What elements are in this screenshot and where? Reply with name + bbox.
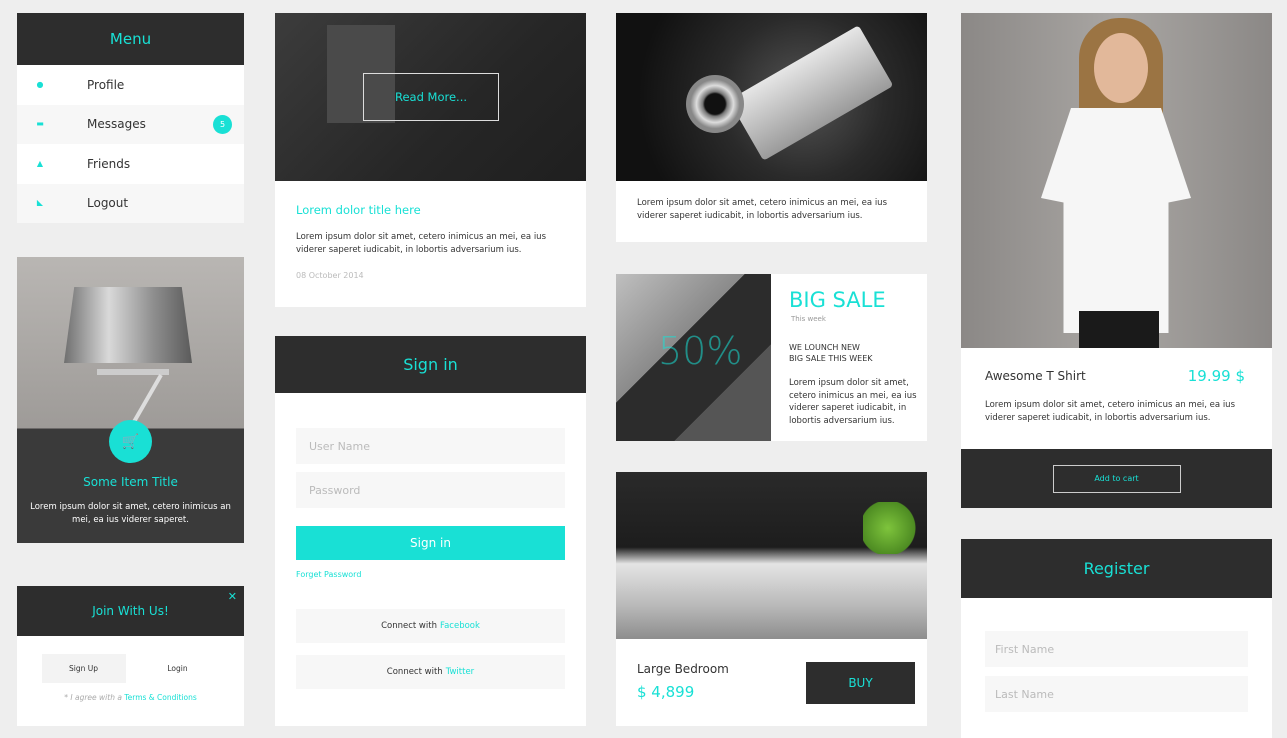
camera-image	[616, 13, 927, 181]
blog-card: Read More... Lorem dolor title here Lore…	[275, 13, 586, 307]
menu-card: Menu ● Profile ▬ Messages 5 ▲ Friends ◣ …	[17, 13, 244, 223]
first-name-input[interactable]: First Name	[985, 631, 1248, 667]
menu-item-label: Profile	[87, 77, 125, 92]
messages-badge: 5	[213, 114, 232, 134]
register-card: Register First Name Last Name	[961, 539, 1272, 738]
login-button[interactable]: Login	[136, 654, 220, 683]
camera-card: Lorem ipsum dolor sit amet, cetero inimi…	[616, 13, 927, 242]
signin-title: Sign in	[275, 336, 586, 393]
facebook-label: Facebook	[439, 621, 480, 631]
logout-icon: ◣	[36, 198, 44, 208]
product-price: 19.99 $	[1187, 367, 1245, 385]
launch-line-2: BIG SALE THIS WEEK	[789, 354, 873, 363]
blog-title[interactable]: Lorem dolor title here	[296, 203, 586, 217]
product-price: $ 4,899	[637, 683, 695, 701]
menu-item-label: Friends	[87, 156, 131, 171]
buy-button[interactable]: BUY	[806, 662, 915, 704]
terms-link[interactable]: Terms & Conditions	[124, 693, 196, 702]
product-name: Large Bedroom	[637, 662, 729, 676]
camera-body-shape	[728, 25, 894, 161]
add-to-cart-button[interactable]: Add to cart	[1052, 464, 1181, 493]
menu-item-friends[interactable]: ▲ Friends	[17, 144, 244, 184]
sale-title: BIG SALE	[789, 288, 886, 312]
close-icon[interactable]: ✕	[228, 590, 237, 603]
join-header: Join With Us! ✕	[17, 586, 244, 636]
globe-icon: ●	[36, 79, 44, 89]
pants-shape	[1079, 311, 1159, 348]
sale-text: Lorem ipsum dolor sit amet, cetero inimi…	[789, 378, 917, 426]
bedroom-card: Large Bedroom $ 4,899 BUY	[616, 472, 927, 726]
blog-date: 08 October 2014	[296, 271, 364, 280]
signup-button[interactable]: Sign Up	[41, 654, 126, 683]
face-shape	[1094, 33, 1148, 103]
last-name-input[interactable]: Last Name	[985, 676, 1248, 712]
product-description: Lorem ipsum dolor sit amet, cetero inimi…	[985, 400, 1236, 423]
register-title: Register	[961, 539, 1272, 598]
sale-subtitle: This week	[791, 315, 826, 323]
connect-prefix: Connect with	[386, 667, 443, 677]
twitter-label: Twitter	[445, 667, 475, 677]
menu-item-label: Logout	[87, 196, 129, 211]
bedroom-image	[616, 472, 927, 639]
launch-line-1: WE LOUNCH NEW	[789, 343, 860, 352]
connect-twitter-button[interactable]: Connect with Twitter	[296, 655, 565, 689]
cart-icon-button[interactable]: 🛒	[109, 420, 152, 463]
messages-icon: ▬	[36, 119, 44, 129]
model-image	[961, 13, 1272, 348]
plant-image	[863, 502, 925, 554]
menu-title: Menu	[17, 13, 244, 65]
menu-item-profile[interactable]: ● Profile	[17, 65, 244, 105]
camera-text: Lorem ipsum dolor sit amet, cetero inimi…	[637, 198, 888, 221]
menu-item-messages[interactable]: ▬ Messages 5	[17, 104, 244, 144]
camera-lens-shape	[686, 75, 744, 133]
menu-item-label: Messages	[87, 117, 146, 132]
lamp-shade-image	[64, 287, 192, 363]
terms-agreement: * I agree with a Terms & Conditions	[17, 693, 244, 702]
item-title[interactable]: Some Item Title	[17, 475, 244, 489]
join-buttons: Sign Up Login	[17, 654, 244, 683]
sale-percent: 50%	[658, 329, 743, 373]
shirt-card-footer: Add to cart	[961, 449, 1272, 508]
signin-card: Sign in User Name Password Sign in Forge…	[275, 336, 586, 726]
blog-image: Read More...	[275, 13, 586, 181]
forgot-password-link[interactable]: Forget Password	[296, 570, 565, 579]
tshirt-shape	[1041, 108, 1191, 333]
connect-facebook-button[interactable]: Connect with Facebook	[296, 609, 565, 643]
password-input[interactable]: Password	[296, 472, 565, 508]
item-description: Lorem ipsum dolor sit amet, cetero inimi…	[30, 502, 231, 525]
join-card: Join With Us! ✕ Sign Up Login * I agree …	[17, 586, 244, 726]
blog-text: Lorem ipsum dolor sit amet, cetero inimi…	[296, 232, 547, 255]
username-input[interactable]: User Name	[296, 428, 565, 464]
cart-icon: 🛒	[121, 433, 140, 450]
join-title: Join With Us!	[92, 604, 169, 618]
agree-text: * I agree with a	[64, 693, 122, 702]
sale-card: 50% BIG SALE This week WE LOUNCH NEW BIG…	[616, 274, 927, 441]
menu-item-logout[interactable]: ◣ Logout	[17, 183, 244, 223]
connect-prefix: Connect with	[381, 621, 437, 631]
shirt-product-card: Awesome T Shirt 19.99 $ Lorem ipsum dolo…	[961, 13, 1272, 508]
lamp-product-card: 🛒 Some Item Title Lorem ipsum dolor sit …	[17, 257, 244, 543]
product-name: Awesome T Shirt	[985, 369, 1086, 383]
read-more-button[interactable]: Read More...	[363, 73, 499, 121]
sale-launch-text: WE LOUNCH NEW BIG SALE THIS WEEK	[789, 342, 909, 364]
signin-button[interactable]: Sign in	[296, 526, 565, 560]
user-icon: ▲	[36, 158, 44, 168]
